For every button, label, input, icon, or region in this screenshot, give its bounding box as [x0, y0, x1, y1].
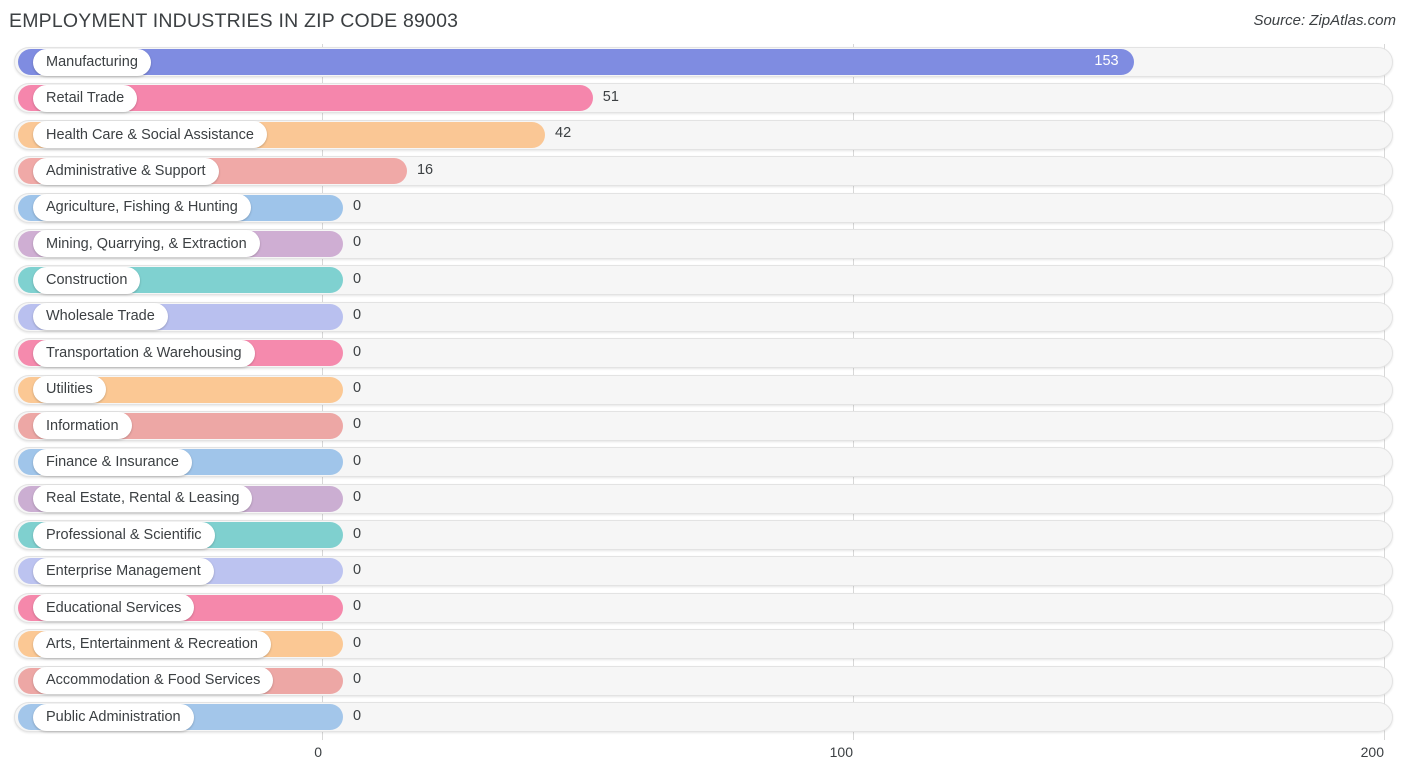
- bar-rows: Manufacturing 153 Retail Trade 51 Health Car…: [0, 44, 1406, 735]
- bar-row[interactable]: Public Administration 0: [0, 699, 1406, 735]
- category-label-pill: Finance & Insurance: [33, 448, 192, 476]
- bar-value-label: 0: [353, 525, 362, 542]
- bar-row[interactable]: Information 0: [0, 408, 1406, 444]
- category-label: Information: [46, 417, 119, 434]
- category-label-pill: Information: [33, 412, 132, 440]
- category-label: Public Administration: [46, 708, 181, 725]
- bar-row[interactable]: Professional & Scientific 0: [0, 517, 1406, 553]
- bar-value-label: 51: [602, 88, 619, 105]
- bar-value-label: 0: [353, 707, 362, 724]
- category-label-pill: Arts, Entertainment & Recreation: [33, 630, 271, 658]
- page-title: EMPLOYMENT INDUSTRIES IN ZIP CODE 89003: [9, 10, 459, 32]
- bar-value-label: 0: [353, 198, 362, 215]
- bar-row[interactable]: Health Care & Social Assistance 42: [0, 117, 1406, 153]
- x-axis-tick-0: 0: [314, 744, 322, 760]
- bar-value-label: 0: [353, 598, 362, 615]
- source-attribution: Source: ZipAtlas.com: [1253, 12, 1396, 29]
- bar-row[interactable]: Wholesale Trade 0: [0, 299, 1406, 335]
- category-label-pill: Enterprise Management: [33, 557, 214, 585]
- category-label-pill: Real Estate, Rental & Leasing: [33, 485, 253, 513]
- bar-row[interactable]: Construction 0: [0, 262, 1406, 298]
- category-label: Accommodation & Food Services: [46, 672, 261, 689]
- bar-value-label: 42: [555, 125, 572, 142]
- bar-value-label: 0: [353, 561, 362, 578]
- category-label-pill: Accommodation & Food Services: [33, 667, 274, 695]
- bar-value-label: 0: [353, 634, 362, 651]
- category-label: Educational Services: [46, 599, 182, 616]
- category-label-pill: Construction: [33, 266, 141, 294]
- bar-row[interactable]: Arts, Entertainment & Recreation 0: [0, 626, 1406, 662]
- x-axis-tick-200: 200: [1360, 744, 1384, 760]
- category-label-pill: Public Administration: [33, 703, 194, 731]
- bar-fill: [18, 49, 1135, 75]
- chart-header: EMPLOYMENT INDUSTRIES IN ZIP CODE 89003 …: [0, 0, 1406, 44]
- category-label: Retail Trade: [46, 90, 125, 107]
- category-label: Mining, Quarrying, & Extraction: [46, 235, 247, 252]
- bar-row[interactable]: Manufacturing 153: [0, 44, 1406, 80]
- bar-row[interactable]: Real Estate, Rental & Leasing 0: [0, 481, 1406, 517]
- category-label: Construction: [46, 272, 128, 289]
- bar-value-label: 0: [353, 671, 362, 688]
- bar-row[interactable]: Retail Trade 51: [0, 80, 1406, 116]
- category-label: Real Estate, Rental & Leasing: [46, 490, 240, 507]
- chart-plot-area: Manufacturing 153 Retail Trade 51 Health Car…: [0, 44, 1406, 740]
- category-label: Wholesale Trade: [46, 308, 155, 325]
- category-label: Manufacturing: [46, 53, 138, 70]
- category-label: Administrative & Support: [46, 162, 206, 179]
- x-axis-tick-100: 100: [829, 744, 853, 760]
- bar-value-label: 0: [353, 307, 362, 324]
- category-label-pill: Health Care & Social Assistance: [33, 121, 267, 149]
- category-label-pill: Transportation & Warehousing: [33, 339, 255, 367]
- category-label: Professional & Scientific: [46, 526, 202, 543]
- category-label: Utilities: [46, 381, 93, 398]
- x-axis: 0 100 200: [0, 740, 1406, 777]
- bar-value-label: 0: [353, 452, 362, 469]
- category-label-pill: Retail Trade: [33, 84, 138, 112]
- bar-value-label: 0: [353, 489, 362, 506]
- bar-row[interactable]: Utilities 0: [0, 372, 1406, 408]
- category-label-pill: Agriculture, Fishing & Hunting: [33, 194, 251, 222]
- category-label: Finance & Insurance: [46, 454, 179, 471]
- bar-row[interactable]: Transportation & Warehousing 0: [0, 335, 1406, 371]
- bar-row[interactable]: Accommodation & Food Services 0: [0, 663, 1406, 699]
- category-label-pill: Manufacturing: [33, 48, 151, 76]
- category-label: Health Care & Social Assistance: [46, 126, 254, 143]
- bar-value-label: 0: [353, 234, 362, 251]
- bar-row[interactable]: Enterprise Management 0: [0, 553, 1406, 589]
- category-label-pill: Administrative & Support: [33, 157, 219, 185]
- category-label: Transportation & Warehousing: [46, 344, 242, 361]
- bar-row[interactable]: Finance & Insurance 0: [0, 444, 1406, 480]
- category-label-pill: Utilities: [33, 376, 106, 404]
- bar-value-label: 0: [353, 416, 362, 433]
- category-label: Arts, Entertainment & Recreation: [46, 636, 258, 652]
- bar-value-label: 0: [353, 343, 362, 360]
- category-label-pill: Wholesale Trade: [33, 303, 168, 331]
- category-label: Agriculture, Fishing & Hunting: [46, 199, 238, 216]
- category-label-pill: Professional & Scientific: [33, 521, 215, 549]
- bar-row[interactable]: Mining, Quarrying, & Extraction 0: [0, 226, 1406, 262]
- bar-value-label: 0: [353, 270, 362, 287]
- bar-value-label: 0: [353, 380, 362, 397]
- category-label-pill: Mining, Quarrying, & Extraction: [33, 230, 260, 258]
- bar-row[interactable]: Agriculture, Fishing & Hunting 0: [0, 190, 1406, 226]
- bar-value-label: 16: [416, 161, 434, 178]
- bar-row[interactable]: Administrative & Support 16: [0, 153, 1406, 189]
- bar-row[interactable]: Educational Services 0: [0, 590, 1406, 626]
- bar-value-label: 153: [1094, 52, 1119, 69]
- category-label: Enterprise Management: [46, 563, 201, 580]
- category-label-pill: Educational Services: [33, 594, 195, 622]
